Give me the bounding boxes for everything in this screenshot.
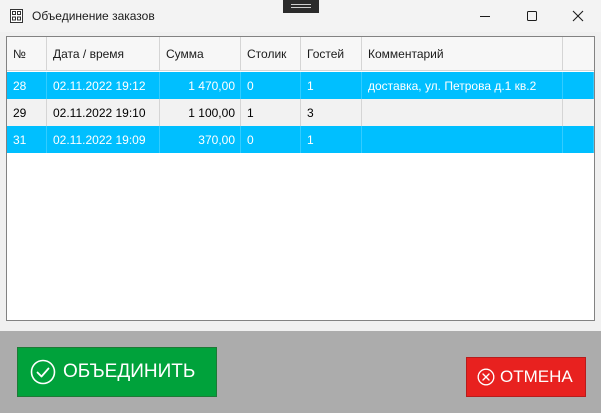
cell-sum: 370,00 xyxy=(160,126,241,153)
maximize-button[interactable] xyxy=(509,0,555,32)
app-icon xyxy=(10,9,23,23)
cell-table: 1 xyxy=(241,99,301,126)
cell-filler xyxy=(563,99,594,126)
cell-table: 0 xyxy=(241,126,301,153)
column-header-table[interactable]: Столик xyxy=(241,37,301,70)
column-header-sum[interactable]: Сумма xyxy=(160,37,241,70)
cell-guests: 1 xyxy=(301,72,362,99)
column-header-comment[interactable]: Комментарий xyxy=(362,37,563,70)
cell-filler xyxy=(563,126,594,153)
column-header-guests[interactable]: Гостей xyxy=(301,37,362,70)
minimize-icon xyxy=(480,16,490,17)
cell-guests: 1 xyxy=(301,126,362,153)
close-circle-icon xyxy=(477,368,495,386)
cell-datetime: 02.11.2022 19:10 xyxy=(47,99,160,126)
cell-comment: доставка, ул. Петрова д.1 кв.2 xyxy=(362,72,563,99)
cancel-button[interactable]: ОТМЕНА xyxy=(466,357,586,397)
cell-sum: 1 100,00 xyxy=(160,99,241,126)
column-header-datetime[interactable]: Дата / время xyxy=(47,37,160,70)
merge-orders-window: Объединение заказов № Дата / время Сумма… xyxy=(0,0,601,413)
maximize-icon xyxy=(527,11,537,21)
minimize-button[interactable] xyxy=(462,0,508,32)
cancel-button-label: ОТМЕНА xyxy=(500,367,573,386)
content-area: № Дата / время Сумма Столик Гостей Комме… xyxy=(0,32,601,331)
cell-datetime: 02.11.2022 19:09 xyxy=(47,126,160,153)
window-title: Объединение заказов xyxy=(32,9,155,23)
merge-button[interactable]: ОБЪЕДИНИТЬ xyxy=(17,347,217,397)
close-icon xyxy=(572,10,584,22)
cell-number: 31 xyxy=(7,126,47,153)
column-header-filler xyxy=(563,37,594,70)
cell-sum: 1 470,00 xyxy=(160,72,241,99)
table-row[interactable]: 31 02.11.2022 19:09 370,00 0 1 xyxy=(7,126,594,153)
cell-comment xyxy=(362,126,563,153)
cell-guests: 3 xyxy=(301,99,362,126)
merge-button-label: ОБЪЕДИНИТЬ xyxy=(63,361,196,382)
column-header-number[interactable]: № xyxy=(7,37,47,70)
cell-comment xyxy=(362,99,563,126)
grid-header: № Дата / время Сумма Столик Гостей Комме… xyxy=(7,37,594,71)
cell-filler xyxy=(563,72,594,99)
drag-grip-handle[interactable] xyxy=(283,0,319,13)
table-row[interactable]: 28 02.11.2022 19:12 1 470,00 0 1 доставк… xyxy=(7,72,594,99)
orders-grid[interactable]: № Дата / время Сумма Столик Гостей Комме… xyxy=(6,36,595,321)
cell-datetime: 02.11.2022 19:12 xyxy=(47,72,160,99)
check-circle-icon xyxy=(30,359,56,385)
table-row[interactable]: 29 02.11.2022 19:10 1 100,00 1 3 xyxy=(7,99,594,126)
cell-number: 28 xyxy=(7,72,47,99)
cell-number: 29 xyxy=(7,99,47,126)
action-bar: ОБЪЕДИНИТЬ ОТМЕНА xyxy=(0,331,601,413)
cell-table: 0 xyxy=(241,72,301,99)
title-bar[interactable]: Объединение заказов xyxy=(0,0,601,32)
close-button[interactable] xyxy=(555,0,601,32)
